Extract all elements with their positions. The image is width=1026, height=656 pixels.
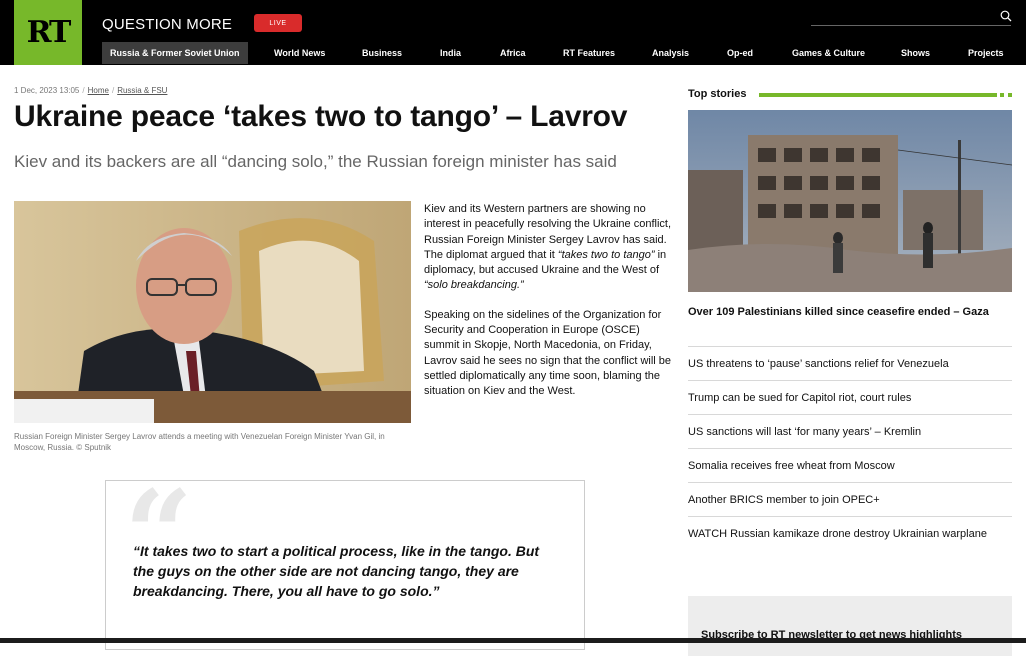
story-link[interactable]: Another BRICS member to join OPEC+ [688,482,1012,516]
breadcrumb-separator: / [82,86,85,95]
breadcrumb: 1 Dec, 2023 13:05/Home / Russia & FSU [14,86,167,95]
logo-text: RT [26,15,72,50]
nav-item-business[interactable]: Business [362,42,402,64]
nav-item-world-news[interactable]: World News [274,42,325,64]
photo-caption: Russian Foreign Minister Sergey Lavrov a… [14,432,385,452]
gaza-photo-illustration [688,110,1012,292]
story-link[interactable]: WATCH Russian kamikaze drone destroy Ukr… [688,516,1012,550]
nav-item-games-culture[interactable]: Games & Culture [792,42,865,64]
top-stories-header: Top stories [688,88,1012,102]
pull-quote: “ “It takes two to start a political pro… [105,480,585,650]
breadcrumb-separator: / [111,86,115,95]
story-link[interactable]: Trump can be sued for Capitol riot, cour… [688,380,1012,414]
site-header: RT QUESTION MORE LIVE Russia & Former So… [0,0,1026,65]
nav-item-shows[interactable]: Shows [901,42,930,64]
paragraph-quote: “solo breakdancing.” [424,279,524,292]
search-bar [811,8,1012,26]
article-paragraph: Speaking on the sidelines of the Organiz… [424,308,672,398]
breadcrumb-home-link[interactable]: Home [88,86,109,95]
top-stories-list: US threatens to ‘pause’ sanctions relief… [688,346,1012,550]
nav-item-india[interactable]: India [440,42,461,64]
lead-story-link[interactable]: Over 109 Palestinians killed since cease… [688,305,1008,320]
story-link[interactable]: Somalia receives free wheat from Moscow [688,448,1012,482]
main-nav: Russia & Former Soviet Union World News … [102,42,1012,64]
paragraph-quote: “takes two to tango” [557,248,655,261]
nav-item-russia-fsu[interactable]: Russia & Former Soviet Union [102,42,248,64]
nav-item-projects[interactable]: Projects [968,42,1004,64]
rt-logo[interactable]: RT [14,0,82,65]
nav-item-rt-features[interactable]: RT Features [563,42,615,64]
live-button[interactable]: LIVE [254,14,302,32]
top-stories-heading: Top stories [688,88,747,100]
article-subtitle: Kiev and its backers are all “dancing so… [14,152,617,171]
heading-accent-dots [1000,93,1012,97]
search-input[interactable] [811,8,991,25]
article-date: 1 Dec, 2023 13:05 [14,86,80,95]
bottom-bar [0,638,1026,643]
lead-story-photo[interactable] [688,110,1012,292]
nav-item-africa[interactable]: Africa [500,42,526,64]
story-link[interactable]: US threatens to ‘pause’ sanctions relief… [688,346,1012,380]
slogan: QUESTION MORE [102,16,233,33]
story-link[interactable]: US sanctions will last ‘for many years’ … [688,414,1012,448]
nav-item-analysis[interactable]: Analysis [652,42,689,64]
heading-accent-bar [759,93,997,97]
article-body: Kiev and its Western partners are showin… [424,202,674,414]
newsletter-box: Subscribe to RT newsletter to get news h… [688,596,1012,656]
article-main-photo [14,201,411,423]
nav-item-op-ed[interactable]: Op-ed [727,42,753,64]
breadcrumb-section-link[interactable]: Russia & FSU [117,86,167,95]
article-paragraph: Kiev and its Western partners are showin… [424,202,674,294]
lavrov-photo-illustration [14,201,411,423]
pull-quote-text: “It takes two to start a political proce… [133,543,540,599]
search-icon[interactable] [1000,10,1012,22]
article-title: Ukraine peace ‘takes two to tango’ – Lav… [14,100,628,133]
